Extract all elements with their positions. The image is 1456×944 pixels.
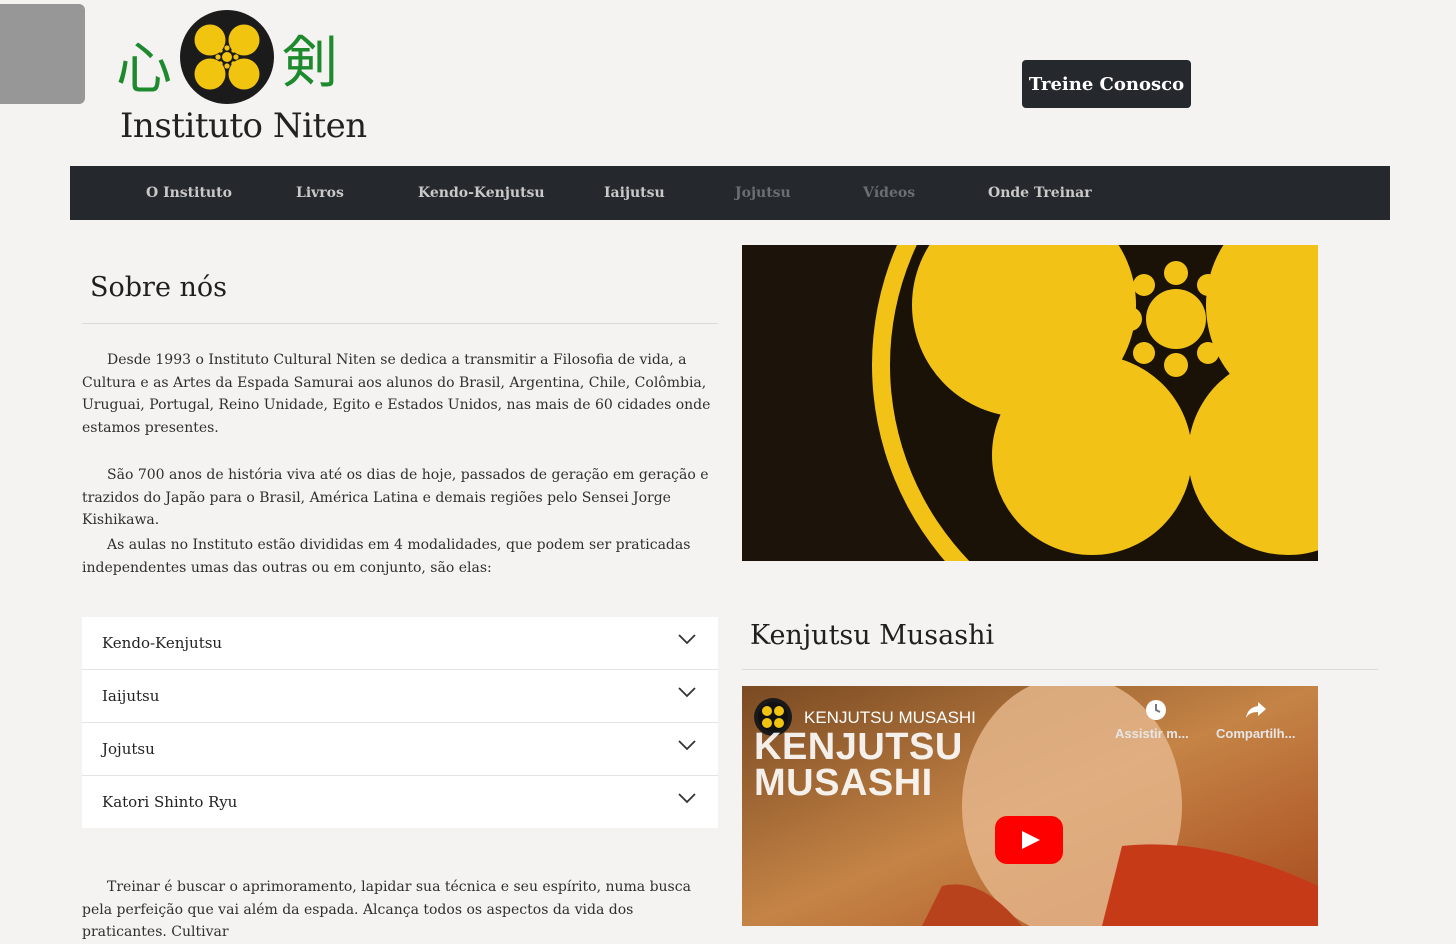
niten-mon-icon: [180, 10, 274, 104]
clock-icon[interactable]: [1145, 699, 1167, 721]
share-icon[interactable]: [1244, 700, 1268, 720]
closing-paragraph: Treinar é buscar o aprimoramento, lapida…: [82, 879, 691, 940]
logo-kanji-right: 剣: [282, 31, 338, 96]
thumbnail-text-1: KENJUTSU: [754, 726, 963, 768]
video-divider: [742, 669, 1378, 670]
hero-mon-banner: [742, 245, 1318, 561]
share-label[interactable]: Compartilh...: [1216, 726, 1295, 741]
nav-item-kendo-kenjutsu[interactable]: Kendo-Kenjutsu: [418, 185, 545, 201]
logo-kanji-left: 心: [116, 37, 172, 102]
about-divider: [82, 323, 718, 324]
chevron-down-icon: [678, 634, 696, 645]
accordion-label: Jojutsu: [102, 740, 155, 758]
accordion-label: Katori Shinto Ryu: [102, 793, 238, 811]
train-with-us-button[interactable]: Treine Conosco: [1022, 60, 1191, 108]
play-icon[interactable]: [995, 816, 1063, 864]
chevron-down-icon: [678, 740, 696, 751]
about-title: Sobre nós: [90, 272, 228, 303]
nav-item-iaijutsu[interactable]: Iaijutsu: [604, 185, 665, 201]
video-section-title: Kenjutsu Musashi: [750, 620, 995, 651]
chevron-down-icon: [678, 687, 696, 698]
about-paragraph-2: São 700 anos de história viva até os dia…: [82, 467, 709, 528]
accordion-item-iaijutsu[interactable]: Iaijutsu: [82, 670, 718, 723]
thumbnail-text-2: MUSASHI: [754, 762, 933, 804]
video-title[interactable]: KENJUTSU MUSASHI: [804, 708, 976, 728]
accordion-item-jojutsu[interactable]: Jojutsu: [82, 723, 718, 776]
niten-mon-icon: [742, 245, 1318, 561]
nav-item-jojutsu[interactable]: Jojutsu: [735, 185, 791, 201]
nav-item-o-instituto[interactable]: O Instituto: [146, 185, 232, 201]
accordion-item-kendo-kenjutsu[interactable]: Kendo-Kenjutsu: [82, 617, 718, 670]
modalities-accordion: Kendo-Kenjutsu Iaijutsu Jojutsu Katori S…: [82, 617, 718, 828]
side-gray-tab: [0, 4, 85, 104]
logo-text: Instituto Niten: [120, 106, 367, 146]
about-paragraph-1: Desde 1993 o Instituto Cultural Niten se…: [82, 352, 711, 436]
site-logo[interactable]: 心 剣 Instituto Niten: [112, 10, 367, 150]
nav-item-videos[interactable]: Vídeos: [863, 185, 915, 201]
accordion-label: Kendo-Kenjutsu: [102, 634, 223, 652]
accordion-label: Iaijutsu: [102, 687, 160, 705]
watch-later-label[interactable]: Assistir m...: [1115, 726, 1189, 741]
nav-item-livros[interactable]: Livros: [296, 185, 344, 201]
main-nav: O Instituto Livros Kendo-Kenjutsu Iaijut…: [70, 166, 1390, 220]
about-paragraph-3: As aulas no Instituto estão divididas em…: [82, 537, 691, 576]
accordion-item-katori-shinto-ryu[interactable]: Katori Shinto Ryu: [82, 776, 718, 828]
nav-item-onde-treinar[interactable]: Onde Treinar: [988, 185, 1092, 201]
chevron-down-icon: [678, 793, 696, 804]
youtube-video-embed[interactable]: KENJUTSU MUSASHI KENJUTSU MUSASHI Assist…: [742, 686, 1318, 926]
